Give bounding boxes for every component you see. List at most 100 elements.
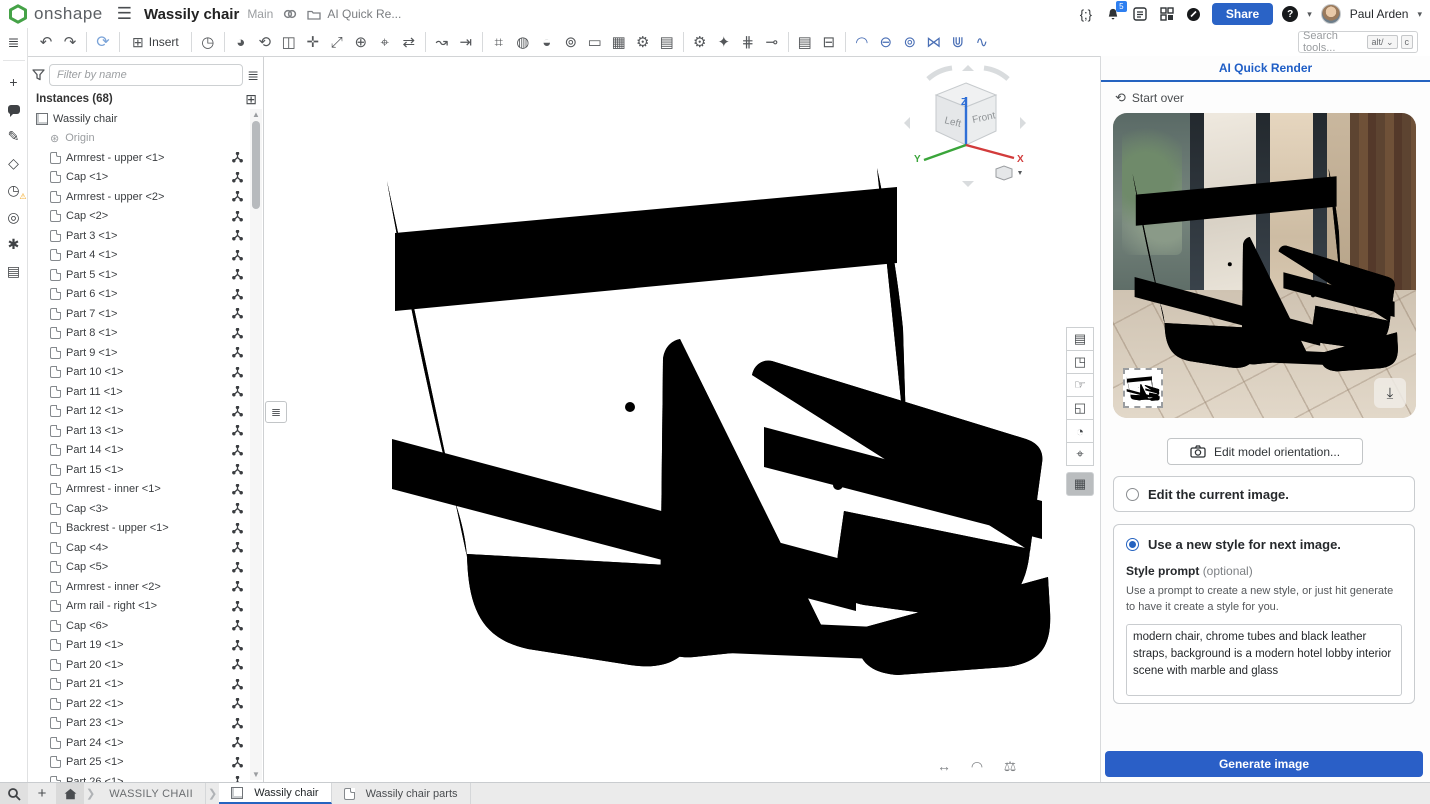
- insert-button[interactable]: ⊞ Insert: [124, 31, 187, 54]
- revolute-mate-icon[interactable]: ⟲: [253, 30, 277, 54]
- measure-icon[interactable]: ↔: [932, 754, 956, 778]
- instances-scrollbar[interactable]: ▲ ▼: [250, 109, 262, 780]
- share-button[interactable]: Share: [1212, 3, 1273, 25]
- comments-icon[interactable]: [3, 98, 25, 120]
- tree-instance-row[interactable]: Cap <1>: [28, 168, 249, 188]
- mate-icon[interactable]: [232, 757, 243, 768]
- mate-icon[interactable]: [232, 386, 243, 397]
- edit-current-image-option[interactable]: Edit the current image.: [1113, 476, 1415, 512]
- snap-mode-icon[interactable]: ⊕: [349, 30, 373, 54]
- connector-plug-icon[interactable]: ⊸: [760, 30, 784, 54]
- section-view-icon[interactable]: ◱: [1066, 396, 1094, 420]
- mechanism-icon[interactable]: ⚙: [688, 30, 712, 54]
- select-region-icon[interactable]: ⌗: [487, 30, 511, 54]
- container-icon[interactable]: ⊟: [817, 30, 841, 54]
- tree-instance-row[interactable]: Part 25 <1>: [28, 753, 249, 773]
- tree-instance-row[interactable]: Part 24 <1>: [28, 733, 249, 753]
- mate-icon[interactable]: [232, 172, 243, 183]
- folder-name[interactable]: AI Quick Re...: [327, 7, 401, 21]
- notebook-icon[interactable]: ▤: [655, 30, 679, 54]
- mate-icon[interactable]: [232, 230, 243, 241]
- tree-instance-row[interactable]: Part 8 <1>: [28, 324, 249, 344]
- instances-tree-icon[interactable]: ≣: [3, 33, 25, 61]
- bowtie-trace-icon[interactable]: ⋈: [922, 30, 946, 54]
- mate-icon[interactable]: ◕: [229, 30, 253, 54]
- mate-icon[interactable]: [232, 367, 243, 378]
- mate-icon[interactable]: [232, 679, 243, 690]
- tree-instance-row[interactable]: Part 14 <1>: [28, 441, 249, 461]
- notifications-bell-icon[interactable]: 5: [1104, 5, 1122, 23]
- tab-wassily-chair[interactable]: Wassily chair: [219, 783, 331, 804]
- width-mate-icon[interactable]: ⇄: [397, 30, 421, 54]
- filter-icon[interactable]: [32, 69, 45, 81]
- tree-instance-row[interactable]: Armrest - upper <1>: [28, 148, 249, 168]
- mate-icon[interactable]: [232, 562, 243, 573]
- edit-notes-icon[interactable]: ✎: [3, 125, 25, 147]
- net-trace-icon[interactable]: ⋓: [946, 30, 970, 54]
- mate-icon[interactable]: [232, 503, 243, 514]
- clock-icon[interactable]: ◷: [196, 30, 220, 54]
- mate-icon[interactable]: [232, 406, 243, 417]
- gear-pair-icon[interactable]: ⚙: [631, 30, 655, 54]
- mate-icon[interactable]: [232, 152, 243, 163]
- mate-icon[interactable]: [232, 698, 243, 709]
- home-tab-icon[interactable]: [56, 783, 84, 804]
- document-settings-icon[interactable]: ▤: [793, 30, 817, 54]
- isometric-view-icon[interactable]: ◳: [1066, 350, 1094, 374]
- manipulate-icon[interactable]: ☞: [1066, 373, 1094, 397]
- tree-instance-row[interactable]: Part 22 <1>: [28, 694, 249, 714]
- move-icon[interactable]: ⤢: [325, 30, 349, 54]
- document-menu-icon[interactable]: ☰: [117, 4, 132, 24]
- tree-instance-row[interactable]: Part 4 <1>: [28, 246, 249, 266]
- release-tasks-icon[interactable]: [1131, 5, 1149, 23]
- tree-instance-row[interactable]: Part 13 <1>: [28, 421, 249, 441]
- lasso-trace-icon[interactable]: ◠: [850, 30, 874, 54]
- path-icon[interactable]: ↝: [430, 30, 454, 54]
- tree-instance-row[interactable]: Cap <6>: [28, 616, 249, 636]
- duplicate-icon[interactable]: ▭: [583, 30, 607, 54]
- tree-instance-row[interactable]: Part 7 <1>: [28, 304, 249, 324]
- mate-icon[interactable]: [232, 464, 243, 475]
- workspace-label[interactable]: Main: [247, 7, 273, 21]
- mate-connector-icon[interactable]: ⌖: [373, 30, 397, 54]
- mate-icon[interactable]: [232, 328, 243, 339]
- performance-warning-icon[interactable]: ◷⚠: [3, 179, 25, 201]
- tree-instance-row[interactable]: Armrest - inner <2>: [28, 577, 249, 597]
- mate-icon[interactable]: [232, 211, 243, 222]
- tree-instance-row[interactable]: Backrest - upper <1>: [28, 519, 249, 539]
- part-cursor-icon[interactable]: ◒: [535, 30, 559, 54]
- model-thumbnail[interactable]: [1123, 368, 1163, 408]
- forms-icon[interactable]: ▤: [3, 260, 25, 282]
- tree-instance-row[interactable]: Armrest - upper <2>: [28, 187, 249, 207]
- mate-icon[interactable]: [232, 659, 243, 670]
- help-caret-icon[interactable]: ▾: [1307, 9, 1312, 20]
- edit-orientation-button[interactable]: Edit model orientation...: [1167, 438, 1363, 465]
- tree-instance-row[interactable]: Part 21 <1>: [28, 675, 249, 695]
- app-store-icon[interactable]: [1158, 5, 1176, 23]
- fit-width-icon[interactable]: ⇥: [454, 30, 478, 54]
- tree-instance-row[interactable]: Cap <5>: [28, 558, 249, 578]
- refresh-icon[interactable]: ⟳: [91, 30, 115, 54]
- mate-icon[interactable]: [232, 718, 243, 729]
- mate-icon[interactable]: [232, 523, 243, 534]
- mate-icon[interactable]: [232, 484, 243, 495]
- learning-center-icon[interactable]: [1185, 5, 1203, 23]
- tab-wassily-chair-parts[interactable]: Wassily chair parts: [332, 783, 471, 804]
- help-icon[interactable]: ?: [1282, 6, 1298, 22]
- tree-instance-row[interactable]: Part 3 <1>: [28, 226, 249, 246]
- mate-icon[interactable]: [232, 737, 243, 748]
- scroll-down-icon[interactable]: ▼: [250, 770, 262, 779]
- tree-instance-row[interactable]: Part 5 <1>: [28, 265, 249, 285]
- filter-input[interactable]: [49, 64, 243, 86]
- translate-icon[interactable]: ✛: [301, 30, 325, 54]
- tree-instance-row[interactable]: Cap <2>: [28, 207, 249, 227]
- graphics-viewport[interactable]: Left Front Z Y X ≣ ▤◳☞◱◔⌖▦ ↔◠⚖: [264, 57, 1100, 782]
- view-cube[interactable]: Left Front Z Y X: [900, 61, 1030, 191]
- debug-bug-icon[interactable]: ✱: [3, 233, 25, 255]
- tree-instance-row[interactable]: Part 23 <1>: [28, 714, 249, 734]
- scroll-up-icon[interactable]: ▲: [250, 110, 262, 119]
- mate-icon[interactable]: [232, 542, 243, 553]
- tree-instance-row[interactable]: Part 15 <1>: [28, 460, 249, 480]
- tree-instance-row[interactable]: Part 12 <1>: [28, 402, 249, 422]
- mate-icon[interactable]: [232, 445, 243, 456]
